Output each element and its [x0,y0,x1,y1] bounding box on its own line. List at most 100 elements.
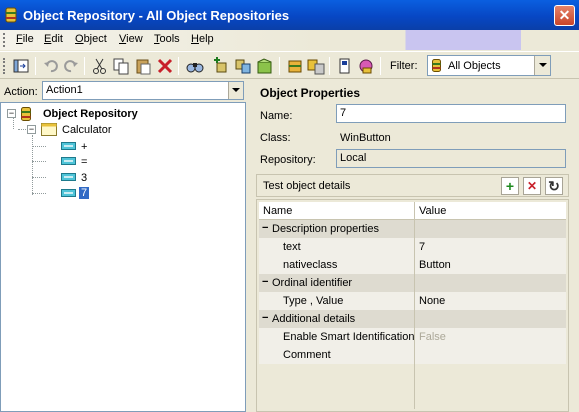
tree-leaf-label: = [81,156,88,168]
tree-root-label: Object Repository [43,108,138,120]
tree-line [13,117,14,129]
winbutton-icon [61,189,76,197]
properties-grid: Name Value − Description properties text… [256,199,569,412]
property-row[interactable]: nativeclass Button [259,256,566,274]
menu-tools[interactable]: Tools [154,33,180,45]
property-value[interactable]: 7 [419,241,425,253]
name-label: Name: [260,110,293,122]
winbutton-icon [61,157,76,165]
menu-help[interactable]: Help [191,33,214,45]
column-name: Name [263,205,293,217]
paste-icon[interactable] [134,57,152,75]
repository-field: Local [336,149,566,168]
delete-icon[interactable] [156,57,174,75]
property-name: nativeclass [283,259,338,271]
toolbar: Filter: All Objects [0,51,579,79]
column-divider[interactable] [414,202,415,409]
chevron-down-icon [539,63,547,67]
repository-icon [5,7,17,23]
toolbar-separator [84,57,85,75]
grid-header: Name Value [259,202,566,220]
remove-property-button[interactable]: ✕ [523,177,541,195]
property-value[interactable]: None [419,295,445,307]
window-icon [41,123,57,136]
close-button[interactable]: ✕ [554,5,575,26]
menu-object[interactable]: Object [75,33,107,45]
toolbar-grip[interactable] [3,58,5,74]
menu-file[interactable]: File [16,33,34,45]
refresh-icon: ↻ [548,178,560,194]
update-from-app-icon[interactable] [234,57,252,75]
toolbar-separator [380,57,381,75]
group-ordinal-identifier[interactable]: − Ordinal identifier [259,274,566,292]
filter-label: Filter: [390,60,418,72]
associate-repositories-icon[interactable] [307,57,325,75]
toolbar-separator [279,57,280,75]
add-property-button[interactable]: + [501,177,519,195]
menu-grip[interactable] [3,33,5,47]
class-value: WinButton [340,132,391,144]
winbutton-icon [61,142,76,150]
tree-line [32,146,46,147]
plus-icon: + [505,178,515,194]
highlight-in-app-icon[interactable] [336,57,354,75]
window-title: Object Repository - All Object Repositor… [23,8,290,23]
property-row[interactable]: Enable Smart Identification False [259,328,566,346]
remove-icon: ✕ [526,179,538,193]
navigate-locate-icon[interactable] [12,57,30,75]
name-field[interactable]: 7 [336,104,566,123]
refresh-button[interactable]: ↻ [545,177,563,195]
name-value: 7 [340,107,347,119]
close-icon: ✕ [558,7,571,23]
property-value[interactable]: Button [419,259,451,271]
property-row[interactable]: Type , Value None [259,292,566,310]
redo-icon[interactable] [62,57,80,75]
group-description-properties[interactable]: − Description properties [259,220,566,238]
winbutton-icon [61,173,76,181]
toolbar-separator [35,57,36,75]
undo-icon[interactable] [42,57,60,75]
title-bar: Object Repository - All Object Repositor… [0,0,579,30]
action-dropdown[interactable]: Action1 [42,81,244,100]
tree-line [32,135,33,195]
add-objects-icon[interactable] [212,57,230,75]
collapse-icon[interactable]: − [262,222,268,234]
copy-icon[interactable] [112,57,130,75]
property-name: text [283,241,301,253]
collapse-icon[interactable]: − [27,125,36,134]
object-tree[interactable]: − Object Repository − Calculator + = 3 7 [0,102,246,412]
property-row[interactable]: text 7 [259,238,566,256]
filter-dropdown[interactable]: All Objects [427,55,551,76]
property-row[interactable]: Comment [259,346,566,364]
filter-value: All Objects [448,60,501,72]
filter-dropdown-button[interactable] [534,56,550,75]
define-new-object-icon[interactable] [256,57,274,75]
tree-calculator-label: Calculator [62,124,112,136]
property-name: Enable Smart Identification [283,331,415,343]
collapse-icon[interactable]: − [7,109,16,118]
property-name: Type , Value [283,295,344,307]
repository-icon [21,107,31,121]
group-label: Additional details [272,313,356,325]
property-name: Comment [283,349,331,361]
menu-edit[interactable]: Edit [44,33,63,45]
test-object-details-header: Test object details + ✕ ↻ [256,174,569,197]
cut-icon[interactable] [91,57,109,75]
action-value: Action1 [46,84,83,96]
collapse-icon[interactable]: − [262,312,268,324]
menu-view[interactable]: View [119,33,143,45]
object-repository-manager-icon[interactable] [286,57,304,75]
menu-bar: File Edit Object View Tools Help [0,30,579,50]
action-dropdown-button[interactable] [228,82,243,99]
tree-line [32,161,46,162]
tree-line [32,193,46,194]
object-properties-pane: Object Properties Name: 7 Class: WinButt… [250,80,579,412]
find-icon[interactable] [186,57,204,75]
object-spy-icon[interactable] [357,57,375,75]
collapse-icon[interactable]: − [262,276,268,288]
tree-leaf-label: + [81,141,88,153]
details-title: Test object details [263,180,351,192]
repository-icon [432,59,441,72]
group-label: Description properties [272,223,379,235]
group-additional-details[interactable]: − Additional details [259,310,566,328]
